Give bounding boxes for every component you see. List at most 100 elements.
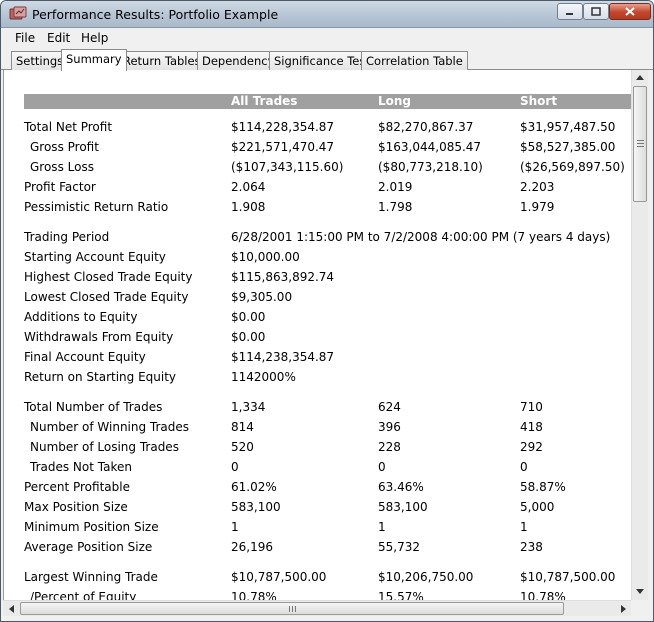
scroll-down-button[interactable] [632,584,648,599]
value-all-trades: 0 [231,460,239,474]
horizontal-scroll-thumb[interactable] [20,602,564,615]
row-label: Final Account Equity [24,350,146,364]
value-all-trades: 2.064 [231,180,266,194]
row-label: Max Position Size [24,500,128,514]
tab-significance-test[interactable]: Significance Test [269,51,375,70]
menu-file[interactable]: File [15,31,35,45]
row-label: Additions to Equity [24,310,138,324]
table-row: Average Position Size 26,196 55,732 238 [4,540,631,560]
value-all-trades: 61.02% [231,480,277,494]
value-short: 10.78% [520,590,566,600]
row-label: Withdrawals From Equity [24,330,174,344]
menu-edit[interactable]: Edit [47,31,70,45]
row-label: Starting Account Equity [24,250,166,264]
tab-dependency[interactable]: Dependency [197,51,280,70]
value-all-trades: $114,228,354.87 [231,120,335,134]
row-label: Lowest Closed Trade Equity [24,290,189,304]
minimize-icon [566,12,573,15]
table-row: Pessimistic Return Ratio 1.908 1.798 1.979 [4,200,631,220]
value-long: $163,044,085.47 [378,140,482,154]
row-label: Largest Winning Trade [24,570,158,584]
value-long: 396 [378,420,401,434]
value-all-trades: 6/28/2001 1:15:00 PM to 7/2/2008 4:00:00… [231,230,611,244]
row-label: Gross Loss [30,160,94,174]
table-row: Trades Not Taken 0 0 0 [4,460,631,480]
title-bar[interactable]: Performance Results: Portfolio Example [1,1,653,28]
value-long: 1 [378,520,386,534]
value-all-trades: $0.00 [231,330,266,344]
value-all-trades: $115,863,892.74 [231,270,335,284]
scroll-up-button[interactable] [632,70,648,85]
table-row: Gross Loss ($107,343,115.60) ($80,773,218.… [4,160,631,180]
table-row: Additions to Equity $0.00 [4,310,631,330]
scroll-right-button[interactable] [615,601,631,616]
tab-correlation-table[interactable]: Correlation Table [361,51,468,70]
row-label: Return on Starting Equity [24,370,177,384]
table-row: /Percent of Equity 10.78% 15.57% 10.78% [4,590,631,600]
tab-summary[interactable]: Summary [61,49,127,71]
scroll-left-button[interactable] [3,601,19,616]
value-short: 710 [520,400,543,414]
vertical-scroll-thumb[interactable] [633,86,647,202]
table-row: Withdrawals From Equity $0.00 [4,330,631,350]
value-all-trades: $0.00 [231,310,266,324]
table-row: Max Position Size 583,100 583,100 5,000 [4,500,631,520]
value-all-trades: 1 [231,520,239,534]
row-label: Total Net Profit [24,120,113,134]
row-label: Minimum Position Size [24,520,159,534]
value-all-trades: 1,334 [231,400,266,414]
value-short: 2.203 [520,180,555,194]
menu-help[interactable]: Help [81,31,108,45]
value-short: $31,957,487.50 [520,120,616,134]
value-all-trades: $10,000.00 [231,250,300,264]
maximize-icon [591,7,601,16]
table-row: Largest Winning Trade $10,787,500.00 $10,2… [4,570,631,590]
vertical-scrollbar[interactable] [631,70,648,600]
value-short: 238 [520,540,543,554]
row-label: Trades Not Taken [30,460,132,474]
value-all-trades: 1.908 [231,200,266,214]
tab-return-tables[interactable]: Return Tables [118,51,206,70]
header-all-trades: All Trades [231,94,298,108]
value-all-trades: ($107,343,115.60) [231,160,344,174]
value-all-trades: $221,571,470.47 [231,140,335,154]
tab-settings[interactable]: Settings [11,51,69,70]
maximize-button[interactable] [583,3,609,20]
table-row: Number of Losing Trades 520 228 292 [4,440,631,460]
value-all-trades: 520 [231,440,254,454]
performance-results-window: Performance Results: Portfolio Example F… [0,0,654,622]
header-long: Long [378,94,412,108]
value-short: ($26,569,897.50) [520,160,625,174]
row-label: Highest Closed Trade Equity [24,270,193,284]
value-all-trades: 10.78% [231,590,277,600]
value-all-trades: 583,100 [231,500,281,514]
close-button[interactable] [609,3,651,20]
minimize-button[interactable] [557,3,583,20]
table-row: Minimum Position Size 1 1 1 [4,520,631,540]
scrollbar-corner [631,600,648,616]
value-all-trades: $10,787,500.00 [231,570,327,584]
row-label: Gross Profit [30,140,99,154]
value-short: $10,787,500.00 [520,570,616,584]
value-short: 292 [520,440,543,454]
menu-bar: File Edit Help [1,29,653,48]
value-short: $58,527,385.00 [520,140,616,154]
table-row: Percent Profitable 61.02% 63.46% 58.87% [4,480,631,500]
row-label: Trading Period [24,230,110,244]
value-short: 1.979 [520,200,555,214]
table-row: Highest Closed Trade Equity $115,863,892.… [4,270,631,290]
value-long: 63.46% [378,480,424,494]
table-row: Total Net Profit $114,228,354.87 $82,270,8… [4,120,631,140]
value-short: 0 [520,460,528,474]
value-long: 1.798 [378,200,413,214]
window-title: Performance Results: Portfolio Example [32,7,279,22]
value-all-trades: $9,305.00 [231,290,293,304]
value-short: 5,000 [520,500,555,514]
row-label: Average Position Size [24,540,153,554]
value-long: 583,100 [378,500,428,514]
value-short: 58.87% [520,480,566,494]
table-row: Lowest Closed Trade Equity $9,305.00 [4,290,631,310]
value-all-trades: $114,238,354.87 [231,350,335,364]
horizontal-scrollbar[interactable] [3,600,631,616]
table-row: Trading Period 6/28/2001 1:15:00 PM to 7/… [4,230,631,250]
